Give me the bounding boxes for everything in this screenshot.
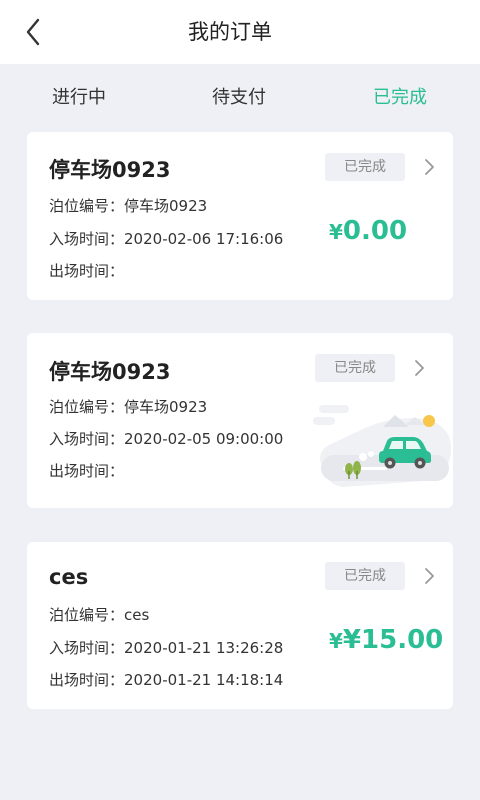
berth-number-row: 泊位编号：停车场0923 bbox=[49, 195, 207, 216]
status-badge: 已完成 bbox=[325, 562, 405, 590]
order-card[interactable]: 停车场0923 已完成 泊位编号：停车场0923 入场时间：2020-02-06… bbox=[27, 132, 453, 300]
tab-pending-payment[interactable]: 待支付 bbox=[212, 64, 266, 132]
entry-time-label: 入场时间： bbox=[49, 639, 125, 657]
order-title: 停车场0923 bbox=[49, 360, 171, 384]
chevron-right-icon[interactable] bbox=[422, 157, 436, 177]
entry-time-value: 2020-02-06 17:16:06 bbox=[124, 230, 284, 248]
exit-time-row: 出场时间： bbox=[49, 260, 124, 281]
berth-number-row: 泊位编号：停车场0923 bbox=[49, 396, 207, 417]
status-badge: 已完成 bbox=[325, 153, 405, 181]
exit-time-row: 出场时间：2020-01-21 14:18:14 bbox=[49, 669, 283, 690]
order-title: 停车场0923 bbox=[49, 158, 171, 182]
chevron-right-icon[interactable] bbox=[422, 566, 436, 586]
entry-time-row: 入场时间：2020-02-05 09:00:00 bbox=[49, 428, 283, 449]
entry-time-row: 入场时间：2020-02-06 17:16:06 bbox=[49, 228, 283, 249]
currency-symbol: ¥ bbox=[329, 220, 343, 244]
entry-time-value: 2020-01-21 13:26:28 bbox=[124, 639, 284, 657]
exit-time-label: 出场时间： bbox=[49, 462, 125, 480]
entry-time-label: 入场时间： bbox=[49, 430, 125, 448]
order-card[interactable]: 停车场0923 已完成 泊位编号：停车场0923 入场时间：2020-02-05… bbox=[27, 333, 453, 508]
status-badge: 已完成 bbox=[315, 354, 395, 382]
exit-time-value: 2020-01-21 14:18:14 bbox=[124, 671, 284, 689]
order-status-tabs: 进行中 待支付 已完成 bbox=[0, 64, 480, 132]
exit-time-label: 出场时间： bbox=[49, 262, 125, 280]
order-amount: ¥¥15.00 bbox=[329, 625, 443, 655]
tab-in-progress[interactable]: 进行中 bbox=[52, 64, 106, 132]
chevron-right-icon[interactable] bbox=[412, 358, 426, 378]
tab-completed[interactable]: 已完成 bbox=[373, 64, 427, 132]
page-title: 我的订单 bbox=[188, 20, 272, 44]
currency-symbol: ¥ bbox=[329, 629, 343, 653]
parked-car-illustration bbox=[313, 405, 451, 487]
order-card[interactable]: ces 已完成 泊位编号：ces 入场时间：2020-01-21 13:26:2… bbox=[27, 542, 453, 709]
app-header: 我的订单 bbox=[0, 0, 480, 64]
berth-number-value: ces bbox=[124, 606, 150, 624]
entry-time-label: 入场时间： bbox=[49, 230, 125, 248]
berth-number-label: 泊位编号： bbox=[49, 398, 125, 416]
entry-time-row: 入场时间：2020-01-21 13:26:28 bbox=[49, 637, 283, 658]
berth-number-value: 停车场0923 bbox=[124, 398, 208, 416]
order-title: ces bbox=[49, 565, 89, 589]
berth-number-label: 泊位编号： bbox=[49, 197, 125, 215]
entry-time-value: 2020-02-05 09:00:00 bbox=[124, 430, 284, 448]
exit-time-row: 出场时间： bbox=[49, 460, 124, 481]
berth-number-row: 泊位编号：ces bbox=[49, 604, 149, 625]
amount-value: 0.00 bbox=[342, 216, 408, 246]
berth-number-label: 泊位编号： bbox=[49, 606, 125, 624]
amount-value: ¥15.00 bbox=[342, 625, 444, 655]
exit-time-label: 出场时间： bbox=[49, 671, 125, 689]
berth-number-value: 停车场0923 bbox=[124, 197, 208, 215]
order-amount: ¥0.00 bbox=[329, 216, 407, 246]
